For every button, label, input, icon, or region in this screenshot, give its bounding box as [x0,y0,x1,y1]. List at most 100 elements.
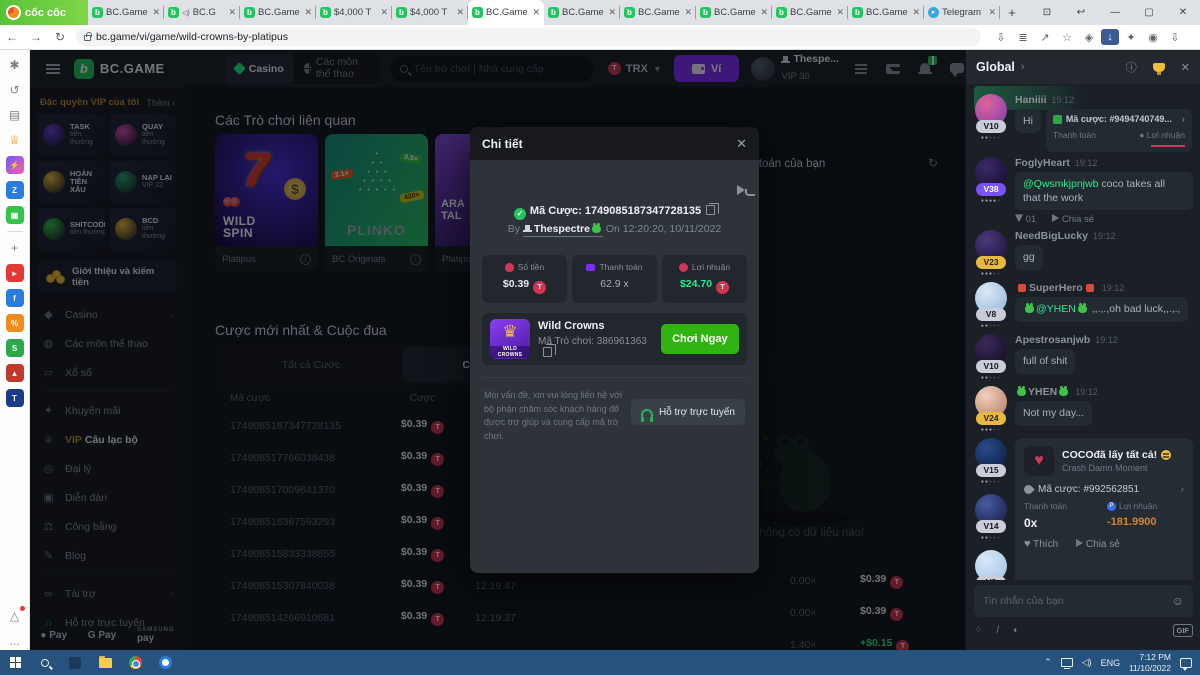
browser-tab[interactable]: bBC.Game✕ [240,0,316,25]
dice-icon[interactable]: ⁘ [974,625,982,636]
copy-icon[interactable] [706,205,715,215]
shopee-icon[interactable]: S [6,339,24,357]
gear-icon[interactable]: ✱ [6,56,24,74]
zalo-icon[interactable]: Z [6,181,24,199]
chat-username[interactable]: FoglyHeart [1015,157,1070,169]
tab-close-icon[interactable]: ✕ [152,7,160,18]
trophy-icon[interactable] [1153,63,1165,72]
bookmark-star-icon[interactable]: ☆ [1057,31,1077,44]
translate-icon[interactable]: ≣ [1013,31,1033,44]
new-tab-button[interactable]: + [1000,0,1024,25]
browser-tab[interactable]: bBC.Game✕ [468,0,544,25]
coinflip-icon[interactable]: ◐ [1013,625,1019,636]
browser-tab[interactable]: bBC.Game✕ [772,0,848,25]
commands-icon[interactable]: / [996,625,999,636]
coccoc-brand[interactable]: cốc cốc [0,0,88,25]
chat-close-icon[interactable]: ✕ [1181,61,1190,74]
mention-link[interactable]: @YHEN [1023,303,1089,315]
browser-tab[interactable]: bBC.Game✕ [620,0,696,25]
share-icon[interactable]: ↗ [1035,31,1055,44]
tab-close-icon[interactable]: ✕ [608,7,616,18]
bet-author-link[interactable]: Thespectre [523,223,603,237]
tab-close-icon[interactable]: ✕ [912,7,920,18]
more-icon[interactable]: ... [6,632,24,650]
youtube-icon[interactable]: ▸ [6,264,24,282]
crown-icon[interactable]: ♕ [6,131,24,149]
messenger-icon[interactable]: ⚡ [6,156,24,174]
chat-room-label[interactable]: Global [976,60,1015,74]
chat-username[interactable]: NeedBigLucky [1015,230,1088,242]
shield-icon[interactable]: ◈ [1079,31,1099,44]
browser-tab[interactable]: b$4,000 T✕ [316,0,392,25]
task-view-icon[interactable] [60,650,90,675]
thumbs-down-button[interactable]: 01 [1015,214,1036,225]
chrome-icon[interactable] [120,650,150,675]
emoji-icon[interactable]: ☺ [1172,594,1184,608]
live-support-button[interactable]: Hỗ trợ trực tuyến [631,399,745,425]
share-button[interactable]: Chia sẻ [1052,214,1094,225]
add-icon[interactable]: + [6,239,24,257]
play-now-button[interactable]: Chơi Ngay [661,324,739,354]
tab-close-icon[interactable]: ✕ [684,7,692,18]
volume-icon[interactable]: ◁) [1082,657,1092,668]
browser-tab[interactable]: b◁)BC.G✕ [164,0,240,25]
downloads-tray-icon[interactable]: ⇩ [1165,31,1185,44]
shared-bet-id[interactable]: Mã cược: #992562851› [1024,484,1184,495]
chat-rules-icon[interactable]: ⓘ [1126,59,1137,75]
chat-username[interactable]: Haniiii [1015,94,1047,106]
download-manager-icon[interactable]: ↓ [1101,29,1119,45]
action-center-icon[interactable] [1180,658,1192,668]
tab-close-icon[interactable]: ✕ [380,7,388,18]
tray-expand-icon[interactable]: ⌃ [1044,657,1052,668]
tab-close-icon[interactable]: ✕ [988,7,996,18]
browser-tab[interactable]: bBC.Game✕ [848,0,924,25]
search-tabs-icon[interactable]: ⊡ [1030,0,1064,25]
extensions-icon[interactable]: ✦ [1121,31,1141,44]
maximize-button[interactable]: ▢ [1132,0,1166,25]
game-thumbnail[interactable]: ♛WILD CROWNS [490,319,530,359]
network-icon[interactable] [1061,658,1073,667]
chat-input[interactable] [983,595,1172,607]
profile-icon[interactable]: ◉ [1143,31,1163,44]
browser-tab[interactable]: b$4,000 T✕ [392,0,468,25]
chat-input-box[interactable]: ☺ [974,585,1193,617]
minimize-button[interactable]: — [1098,0,1132,25]
restore-last-tab-icon[interactable]: ↩ [1064,0,1098,25]
sale-icon[interactable]: % [6,314,24,332]
lazada-icon[interactable]: ▲ [6,364,24,382]
clock[interactable]: 7:12 PM 11/10/2022 [1129,652,1171,673]
news-icon[interactable]: ▤ [6,106,24,124]
notification-bell-icon[interactable]: △ [6,607,24,625]
mention-link[interactable]: @Qwsmkjpnjwb [1023,178,1098,190]
modal-close-icon[interactable]: ✕ [736,136,747,152]
tiki-icon[interactable]: T [6,389,24,407]
close-button[interactable]: ✕ [1166,0,1200,25]
copy-icon[interactable] [543,347,552,357]
gif-button[interactable]: GIF [1173,624,1194,637]
history-icon[interactable]: ↺ [6,81,24,99]
start-button[interactable] [0,650,30,675]
file-explorer-icon[interactable] [90,650,120,675]
browser-tab[interactable]: bBC.Game✕ [88,0,164,25]
coccoc-taskbar-icon[interactable] [150,650,180,675]
browser-tab[interactable]: ▸Telegram✕ [924,0,1000,25]
bet-share-card-small[interactable]: Mã cược: #9494740749...›Thanh toán● Lợi … [1046,109,1192,152]
like-button[interactable]: ♥ Thích [1024,538,1058,550]
tab-close-icon[interactable]: ✕ [304,7,312,18]
taskbar-search-icon[interactable] [30,650,60,675]
tab-close-icon[interactable]: ✕ [760,7,768,18]
browser-tab[interactable]: bBC.Game✕ [696,0,772,25]
browser-tab[interactable]: bBC.Game✕ [544,0,620,25]
back-button[interactable]: ← [0,30,24,44]
chat-username[interactable]: SuperHero [1029,282,1083,294]
save-page-icon[interactable]: ⇩ [991,31,1011,44]
facebook-icon[interactable]: f [6,289,24,307]
share-button[interactable]: Chia sẻ [1076,539,1120,550]
tab-close-icon[interactable]: ✕ [836,7,844,18]
url-bar[interactable]: bc.game/vi/game/wild-crowns-by-platipus [76,28,981,46]
tab-close-icon[interactable]: ✕ [532,7,540,18]
tab-close-icon[interactable]: ✕ [456,7,464,18]
language-indicator[interactable]: ENG [1101,658,1121,668]
reload-button[interactable]: ↻ [48,30,72,44]
tab-close-icon[interactable]: ✕ [228,7,236,18]
